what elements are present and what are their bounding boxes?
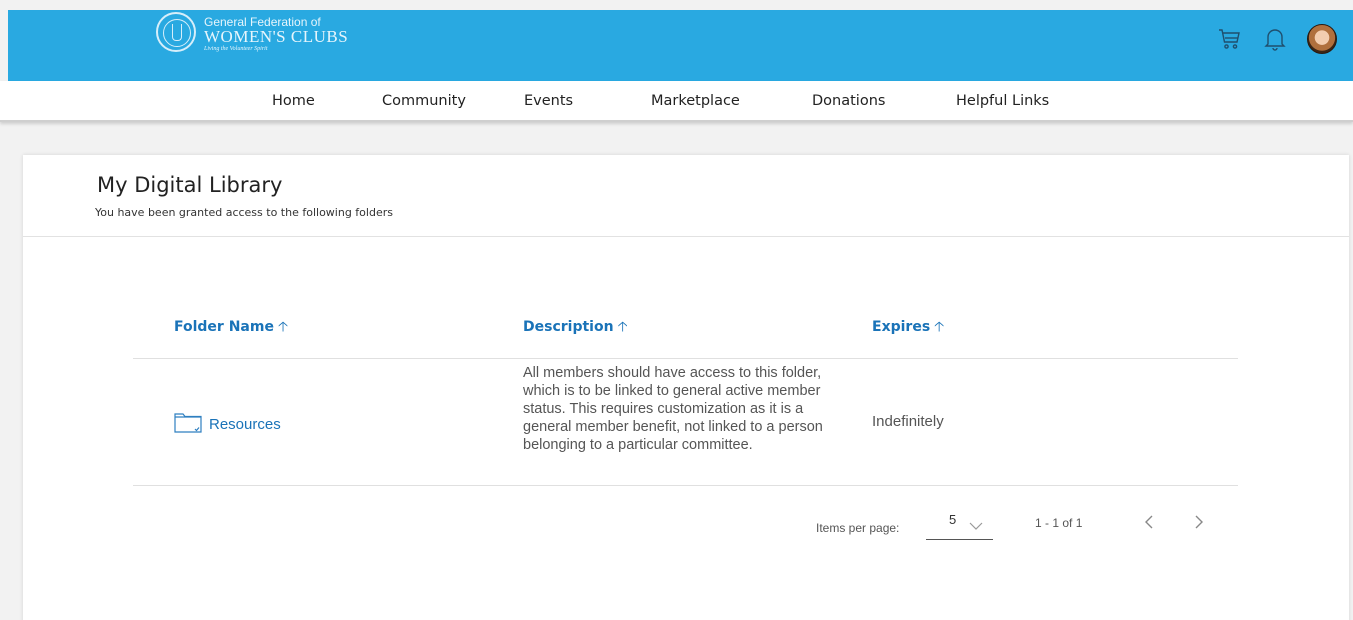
arrow-up-icon: 🡡 [277,319,289,335]
folder-icon [174,411,202,437]
main-nav: Home Community Events Marketplace Donati… [0,81,1353,122]
column-header-expires[interactable]: Expires 🡡 [872,316,944,340]
logo-line2: WOMEN'S CLUBS [204,27,349,46]
nav-donations[interactable]: Donations [812,93,885,109]
arrow-up-icon: 🡡 [934,319,945,335]
page-subtitle: You have been granted access to the foll… [95,206,393,219]
table-row: Resources [174,411,281,437]
logo-tagline: Living the Volunteer Spirit [204,46,268,52]
column-header-folder-name[interactable]: Folder Name 🡡 [174,316,288,340]
nav-helpful-links[interactable]: Helpful Links [956,93,1049,109]
column-label: Description [523,319,614,335]
bell-icon[interactable] [1262,26,1288,52]
cart-icon[interactable] [1217,26,1243,52]
nav-events[interactable]: Events [524,93,573,109]
arrow-up-icon: 🡡 [617,319,628,335]
column-label: Folder Name [174,319,274,335]
seal-icon [156,12,196,52]
header-bar: General Federation of WOMEN'S CLUBS Livi… [8,10,1353,81]
divider [23,236,1349,237]
chevron-right-icon[interactable] [1193,514,1205,534]
column-label: Expires [872,319,931,335]
gfwc-logo[interactable]: General Federation of WOMEN'S CLUBS Livi… [156,12,348,52]
row-divider [133,485,1238,486]
pagination-range: 1 - 1 of 1 [1035,516,1083,530]
chevron-left-icon[interactable] [1143,514,1155,534]
column-header-description[interactable]: Description 🡡 [523,316,628,340]
chevron-down-icon [969,515,983,534]
nav-home[interactable]: Home [272,93,315,109]
folder-expires: Indefinitely [872,413,944,430]
library-card: My Digital Library You have been granted… [23,155,1349,620]
items-per-page-select[interactable]: 5 [926,509,993,540]
folder-link-resources[interactable]: Resources [209,416,281,433]
items-per-page-label: Items per page: [816,521,900,535]
nav-marketplace[interactable]: Marketplace [651,93,740,109]
nav-community[interactable]: Community [382,93,466,109]
items-per-page-value: 5 [949,512,957,527]
row-divider [133,358,1238,359]
avatar[interactable] [1307,24,1337,54]
folder-description: All members should have access to this f… [523,365,823,453]
page-title: My Digital Library [97,173,283,197]
